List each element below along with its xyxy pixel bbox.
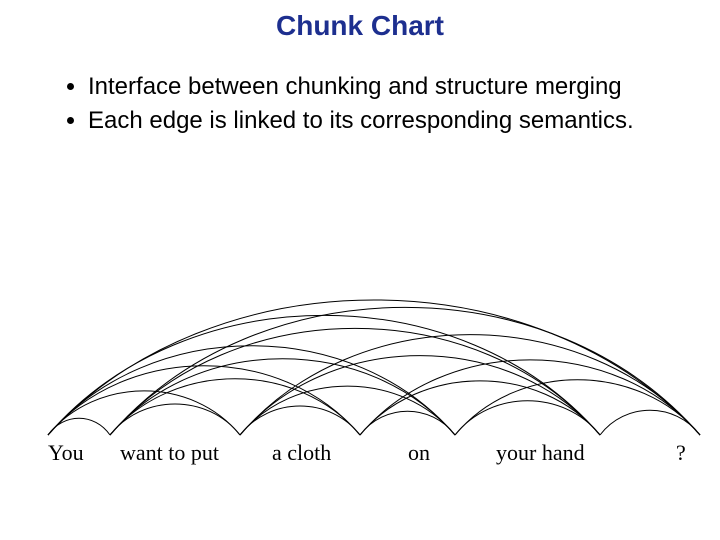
token: a cloth (272, 440, 331, 466)
chart-arc (48, 418, 110, 435)
slide-title: Chunk Chart (0, 10, 720, 42)
chunk-chart (0, 240, 720, 470)
bullet-item: Interface between chunking and structure… (88, 72, 660, 102)
chart-arc (360, 360, 700, 435)
token: your hand (496, 440, 585, 466)
chart-arc (48, 346, 455, 435)
chart-arc (110, 379, 360, 435)
slide: Chunk Chart Interface between chunking a… (0, 0, 720, 540)
bullet-item: Each edge is linked to its corresponding… (88, 106, 660, 136)
token: ? (676, 440, 686, 466)
chart-arc (110, 404, 240, 435)
bullet-list: Interface between chunking and structure… (60, 72, 660, 140)
chart-arc (360, 411, 455, 435)
token: want to put (120, 440, 219, 466)
chart-arc (240, 386, 455, 435)
chart-arc (600, 410, 700, 435)
chart-arc (48, 300, 700, 435)
chart-arc (110, 328, 600, 435)
chart-arc (240, 356, 600, 435)
token: on (408, 440, 430, 466)
chart-arc (240, 406, 360, 435)
token: You (48, 440, 84, 466)
arc-diagram (0, 240, 720, 440)
chart-arc (48, 391, 240, 435)
sentence-row: You want to put a cloth on your hand? (0, 440, 720, 470)
chart-arc (455, 401, 600, 435)
chart-arc (110, 307, 700, 435)
